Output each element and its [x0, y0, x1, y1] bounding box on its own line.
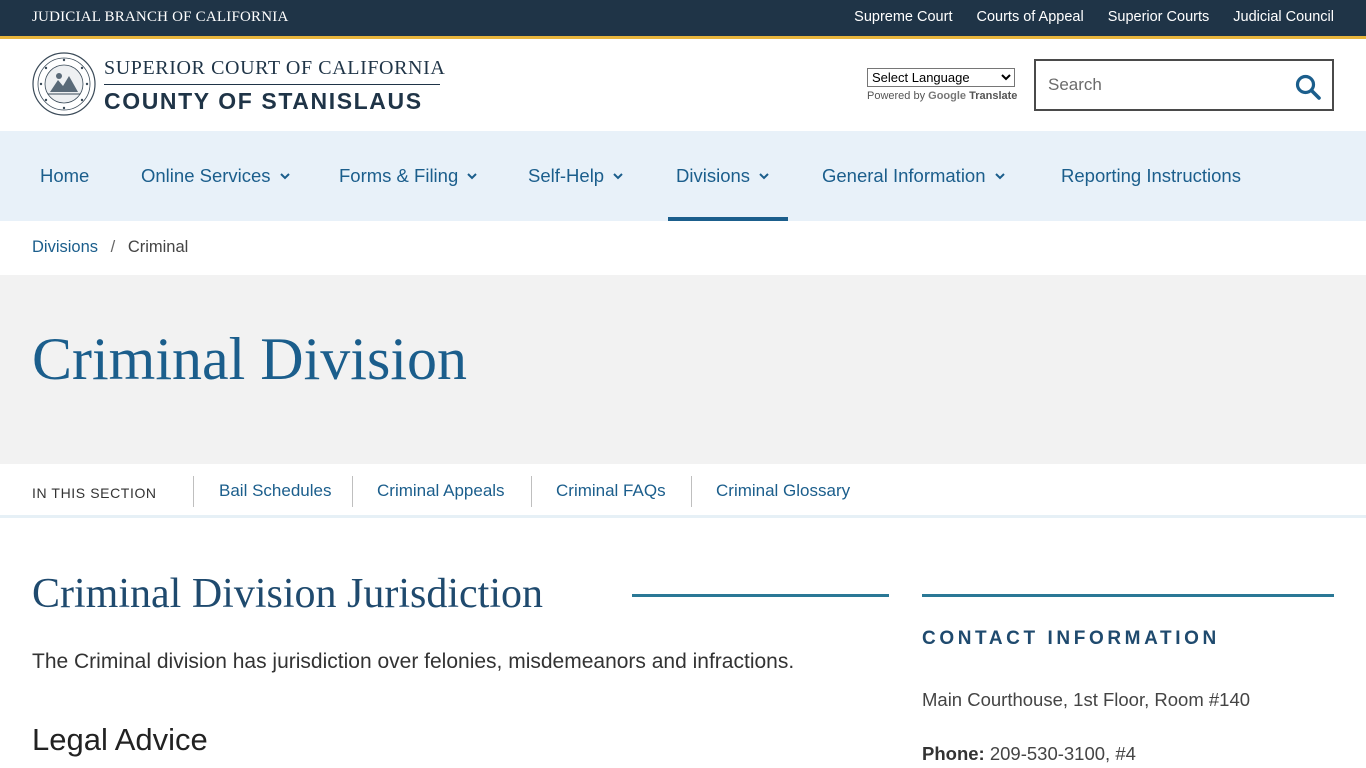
jurisdiction-heading: Criminal Division Jurisdiction: [32, 571, 543, 617]
phone-value[interactable]: 209-530-3100, #4: [990, 743, 1136, 764]
chevron-down-icon: [613, 173, 623, 180]
section-divider: [352, 476, 353, 507]
google-logo-text[interactable]: Google: [928, 90, 966, 102]
section-divider: [691, 476, 692, 507]
search-input[interactable]: [1048, 73, 1288, 97]
chevron-down-icon: [994, 173, 1005, 180]
language-selector: Select Language: [867, 68, 1015, 87]
breadcrumb-divisions[interactable]: Divisions: [32, 238, 98, 256]
top-link-superior-courts[interactable]: Superior Courts: [1108, 9, 1210, 25]
chevron-down-icon: [759, 173, 769, 180]
breadcrumb: Divisions / Criminal: [32, 238, 188, 257]
nav-item-home[interactable]: Home: [40, 131, 89, 221]
heading-rule: [632, 594, 889, 597]
main-navigation: Home Online Services Forms & Filing Self…: [0, 131, 1366, 221]
section-link-criminal-appeals[interactable]: Criminal Appeals: [377, 481, 505, 501]
section-divider: [193, 476, 194, 507]
translate-text[interactable]: Translate: [969, 90, 1017, 102]
nav-item-divisions[interactable]: Divisions: [667, 131, 789, 221]
in-this-section-nav: IN THIS SECTION Bail Schedules Criminal …: [0, 464, 1366, 518]
judicial-branch-brand[interactable]: JUDICIAL BRANCH OF CALIFORNIA: [32, 9, 289, 26]
phone-label: Phone:: [922, 743, 985, 764]
logo-divider: [104, 84, 440, 85]
section-link-bail-schedules[interactable]: Bail Schedules: [219, 481, 331, 501]
google-translate-credit: Powered by Google Translate: [867, 90, 1018, 102]
logo-superior-court[interactable]: SUPERIOR COURT OF CALIFORNIA: [104, 57, 445, 80]
top-utility-bar: JUDICIAL BRANCH OF CALIFORNIA Supreme Co…: [0, 0, 1366, 36]
legal-advice-heading: Legal Advice: [32, 722, 208, 757]
nav-item-self-help[interactable]: Self-Help: [528, 131, 624, 221]
nav-item-forms-filing[interactable]: Forms & Filing: [339, 131, 478, 221]
contact-information-heading: CONTACT INFORMATION: [922, 628, 1220, 649]
language-select[interactable]: Select Language: [867, 68, 1015, 87]
chevron-down-icon: [467, 173, 477, 180]
breadcrumb-current: Criminal: [127, 238, 189, 256]
section-link-criminal-faqs[interactable]: Criminal FAQs: [556, 481, 666, 501]
nav-item-online-services[interactable]: Online Services: [141, 131, 291, 221]
top-link-courts-of-appeal[interactable]: Courts of Appeal: [976, 9, 1083, 25]
site-header: SUPERIOR COURT OF CALIFORNIA COUNTY OF S…: [0, 39, 1366, 131]
search-box: [1034, 59, 1334, 111]
search-button[interactable]: [1294, 73, 1322, 101]
page-title: Criminal Division: [32, 326, 467, 392]
page-hero: Criminal Division: [0, 275, 1366, 464]
nav-item-reporting-instructions[interactable]: Reporting Instructions: [1061, 131, 1241, 221]
chevron-down-icon: [279, 173, 290, 180]
in-this-section-label: IN THIS SECTION: [32, 485, 157, 501]
section-divider: [531, 476, 532, 507]
court-seal-icon[interactable]: [32, 52, 96, 116]
logo-county-name[interactable]: COUNTY OF STANISLAUS: [104, 88, 423, 115]
top-link-supreme-court[interactable]: Supreme Court: [854, 9, 952, 25]
jurisdiction-paragraph: The Criminal division has jurisdiction o…: [32, 650, 795, 673]
contact-address: Main Courthouse, 1st Floor, Room #140: [922, 689, 1251, 710]
top-links: Supreme Court Courts of Appeal Superior …: [854, 9, 1334, 25]
nav-item-general-information[interactable]: General Information: [822, 131, 1006, 221]
breadcrumb-separator: /: [110, 238, 116, 256]
section-link-criminal-glossary[interactable]: Criminal Glossary: [716, 481, 850, 501]
sidebar-rule: [922, 594, 1334, 597]
search-icon: [1295, 74, 1321, 100]
contact-phone: Phone: 209-530-3100, #4: [922, 743, 1136, 765]
top-link-judicial-council[interactable]: Judicial Council: [1233, 9, 1334, 25]
